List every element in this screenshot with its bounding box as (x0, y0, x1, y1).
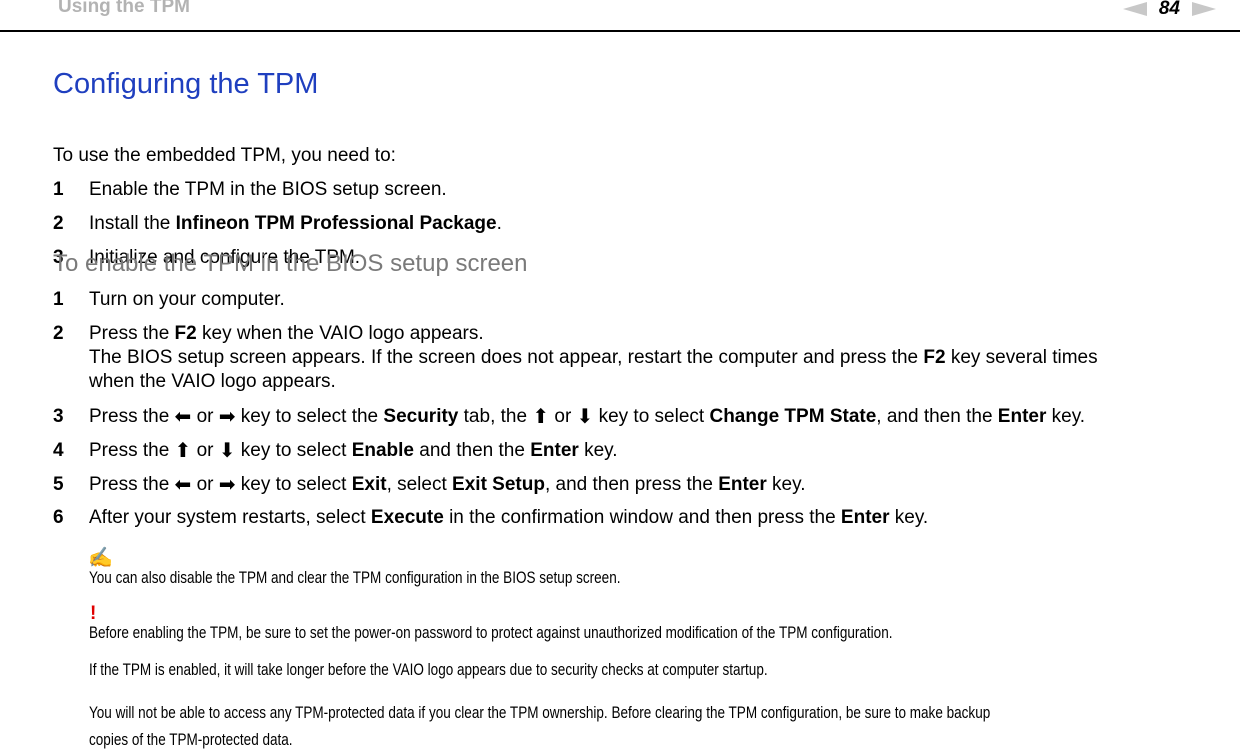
caution-paragraph: You will not be able to access any TPM-p… (89, 704, 991, 722)
text-run: in the confirmation window and then pres… (443, 507, 841, 528)
text-run: or (191, 474, 219, 495)
text-run: , and then press the (544, 474, 719, 495)
text-run: After your system restarts, select (89, 507, 371, 528)
key-name: F2 (923, 347, 946, 368)
down-arrow-icon: ⬇ (576, 406, 594, 428)
text-run: or (191, 440, 219, 461)
text-run: Press the (89, 440, 175, 461)
text-run: Install the (89, 213, 176, 234)
text-run: key to select the (235, 406, 384, 427)
step-text: Install the Infineon TPM Professional Pa… (89, 212, 1209, 236)
step-number: 6 (53, 507, 64, 528)
text-run: and then the (414, 440, 531, 461)
key-name: Enter (718, 474, 767, 495)
step-text: After your system restarts, select Execu… (89, 506, 1209, 530)
step-text: Press the ⬅ or ➡ key to select the Secur… (89, 405, 1209, 429)
key-name: F2 (174, 323, 197, 344)
intro-text: To use the embedded TPM, you need to: (53, 145, 396, 166)
option-name: Exit Setup (452, 474, 545, 495)
left-arrow-icon: ⬅ (174, 474, 192, 496)
up-arrow-icon: ⬆ (174, 440, 192, 462)
section-subtitle: To enable the TPM in the BIOS setup scre… (53, 250, 528, 277)
page-title: Configuring the TPM (53, 68, 319, 100)
page-navigation: 84 (1122, 0, 1216, 20)
text-run: key to select (593, 406, 710, 427)
text-run: Press the (89, 323, 175, 344)
up-arrow-icon: ⬆ (532, 406, 550, 428)
package-name: Infineon TPM Professional Package (175, 213, 497, 234)
text-run: Press the (89, 474, 175, 495)
tab-name: Security (383, 406, 459, 427)
key-name: Enter (840, 507, 890, 528)
key-name: Enter (997, 406, 1047, 427)
text-run: tab, the (458, 406, 533, 427)
down-arrow-icon: ⬇ (218, 440, 236, 462)
step-number: 5 (53, 474, 64, 495)
text-run: key several times (945, 347, 1098, 368)
step-text: Enable the TPM in the BIOS setup screen. (89, 179, 447, 200)
caution-paragraph: If the TPM is enabled, it will take long… (89, 661, 768, 679)
caution-paragraph: Before enabling the TPM, be sure to set … (89, 624, 893, 642)
step-number: 3 (53, 406, 64, 427)
option-name: Enable (351, 440, 415, 461)
option-name: Execute (370, 507, 444, 528)
step-number: 4 (53, 440, 64, 461)
text-run: key. (578, 440, 618, 461)
step-number: 1 (53, 179, 64, 200)
text-run: , and then the (876, 406, 998, 427)
previous-page-arrow-icon[interactable] (1122, 2, 1147, 16)
text-run: key to select (235, 474, 352, 495)
text-run: key. (766, 474, 806, 495)
right-arrow-icon: ➡ (218, 406, 236, 428)
section-title: Using the TPM (58, 0, 190, 17)
option-name: Change TPM State (709, 406, 877, 427)
text-run: key. (1046, 406, 1086, 427)
text-run: The BIOS setup screen appears. If the sc… (89, 347, 924, 368)
step-text: Turn on your computer. (89, 289, 285, 310)
step-number: 2 (53, 213, 64, 234)
step-text: Press the ⬅ or ➡ key to select Exit, sel… (89, 473, 1209, 497)
text-run: key to select (235, 440, 352, 461)
right-arrow-icon: ➡ (218, 474, 236, 496)
key-name: Enter (530, 440, 579, 461)
text-run: or (191, 406, 219, 427)
next-page-arrow-icon[interactable] (1192, 2, 1216, 16)
step-number: 2 (53, 323, 64, 344)
step-text: Press the ⬆ or ⬇ key to select Enable an… (89, 439, 1209, 463)
text-run: key when the VAIO logo appears. (196, 323, 484, 344)
tab-name: Exit (351, 474, 387, 495)
note-text: You can also disable the TPM and clear t… (89, 569, 621, 587)
text-run: when the VAIO logo appears. (89, 371, 336, 392)
text-run: . (496, 213, 502, 234)
left-arrow-icon: ⬅ (174, 406, 192, 428)
page-number: 84 (1158, 0, 1180, 19)
step-text: Press the F2 key when the VAIO logo appe… (89, 322, 1209, 394)
step-number: 1 (53, 289, 64, 310)
text-run: key. (889, 507, 929, 528)
text-run: , select (386, 474, 453, 495)
text-run: or (549, 406, 577, 427)
text-run: Press the (89, 406, 175, 427)
caution-paragraph-continued: copies of the TPM-protected data. (89, 731, 293, 749)
header-divider (0, 30, 1240, 32)
